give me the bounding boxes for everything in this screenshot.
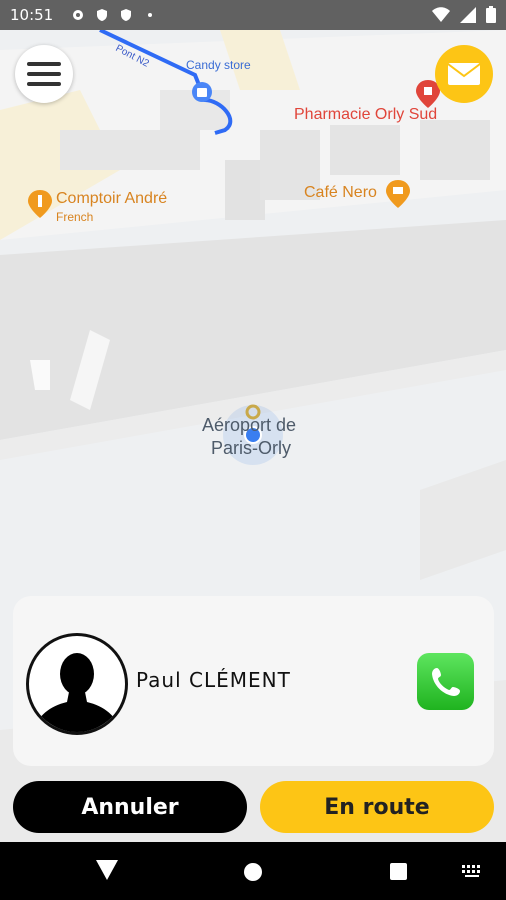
status-bar: 10:51 — [0, 0, 506, 30]
hamburger-menu-icon — [27, 62, 61, 66]
system-nav-bar — [0, 842, 506, 900]
poi-pharmacie[interactable]: Pharmacie Orly Sud — [294, 106, 437, 124]
wifi-icon — [432, 6, 450, 22]
driver-card: Paul CLÉMENT — [13, 596, 494, 766]
keyboard-icon[interactable] — [461, 864, 483, 878]
driver-name: Paul CLÉMENT — [136, 668, 291, 692]
status-time: 10:51 — [10, 6, 54, 24]
poi-airport-line2[interactable]: Paris-Orly — [211, 438, 291, 459]
poi-cafe-nero[interactable]: Café Nero — [304, 184, 377, 202]
envelope-icon — [447, 63, 481, 85]
phone-icon — [431, 667, 460, 696]
poi-comptoir[interactable]: Comptoir André — [56, 190, 167, 208]
poi-candy-store[interactable]: Candy store — [186, 58, 251, 72]
dot-icon — [148, 13, 153, 17]
recents-icon[interactable] — [389, 862, 408, 881]
cancel-button[interactable]: Annuler — [13, 781, 247, 833]
battery-icon — [486, 6, 496, 23]
signal-icon — [460, 6, 476, 23]
home-icon[interactable] — [243, 862, 263, 882]
call-button[interactable] — [417, 653, 474, 710]
shield-icon — [121, 9, 132, 21]
en-route-button[interactable]: En route — [260, 781, 494, 833]
poi-comptoir-subtitle: French — [56, 210, 94, 224]
back-icon[interactable] — [96, 860, 118, 880]
shield-icon — [97, 9, 108, 21]
avatar — [26, 633, 128, 735]
person-silhouette-icon — [33, 653, 121, 732]
gear-icon — [73, 10, 84, 20]
poi-airport-line1[interactable]: Aéroport de — [202, 415, 296, 436]
messages-button[interactable] — [435, 45, 493, 103]
menu-button[interactable] — [15, 45, 73, 103]
